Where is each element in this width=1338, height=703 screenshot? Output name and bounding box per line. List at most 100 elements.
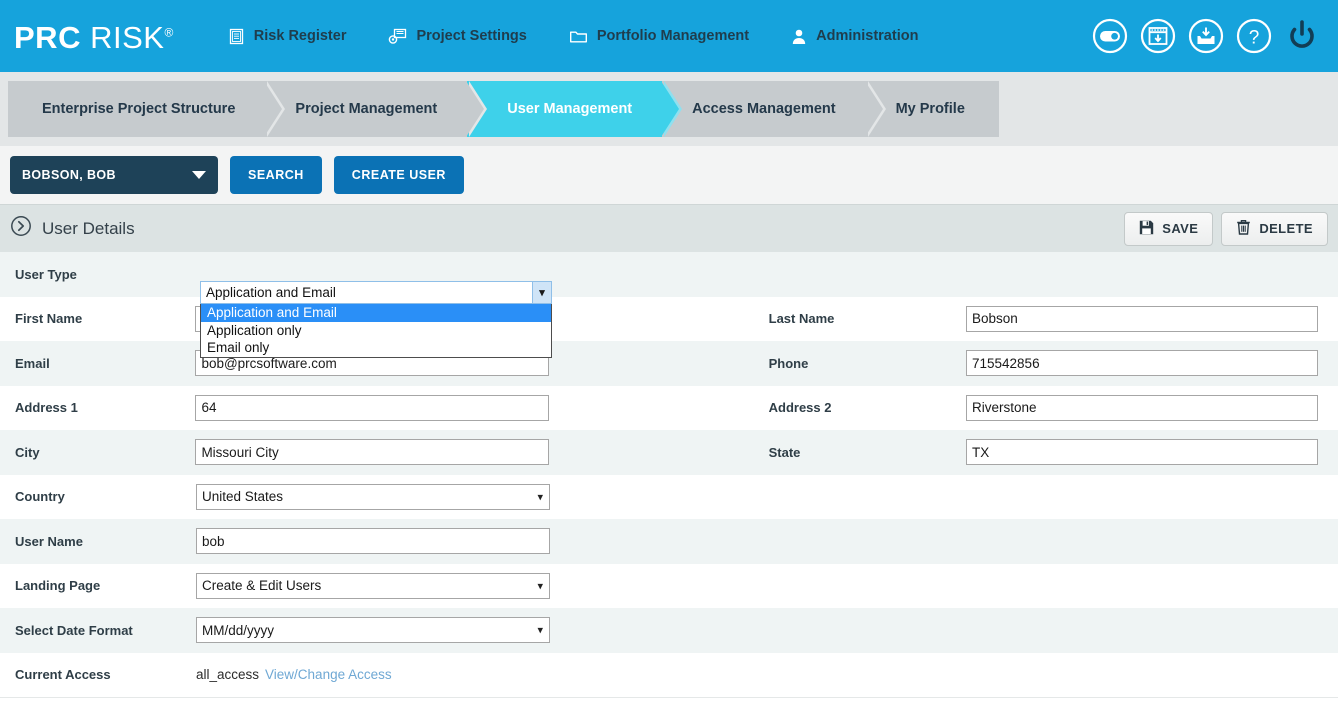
form-row-address: Address 1 Address 2: [0, 385, 1338, 430]
state-input[interactable]: [966, 439, 1318, 466]
phone-input[interactable]: [966, 350, 1318, 377]
bottom-divider: [0, 697, 1338, 698]
trash-icon: [1236, 219, 1251, 238]
tab-label: Project Management: [295, 101, 438, 117]
app-logo[interactable]: PRC RISK®: [14, 20, 174, 53]
label-cell: User Type: [0, 267, 196, 282]
user-type-label: User Type: [15, 266, 77, 282]
country-label: Country: [15, 489, 65, 505]
tab-enterprise-project-structure[interactable]: Enterprise Project Structure: [8, 81, 286, 137]
form-row-city-state: City State: [0, 430, 1338, 475]
nav-label: Risk Register: [253, 28, 347, 44]
field-cell: [196, 528, 771, 555]
chevron-down-icon: ▾: [537, 491, 543, 504]
header-icon-group: ?: [1090, 16, 1322, 56]
landing-page-label: Landing Page: [15, 578, 101, 594]
search-toolbar: BOBSON, BOB SEARCH CREATE USER: [0, 146, 1338, 204]
nav-administration[interactable]: Administration: [791, 28, 918, 45]
nav-risk-register[interactable]: Risk Register: [228, 28, 347, 45]
chevron-down-icon: ▾: [537, 624, 543, 637]
date-format-label: Select Date Format: [15, 622, 133, 638]
label-cell: Select Date Format: [0, 623, 196, 638]
expand-collapse-icon[interactable]: [10, 215, 32, 242]
user-select-dropdown[interactable]: BOBSON, BOB: [10, 156, 218, 194]
user-type-option-application-only[interactable]: Application only: [201, 322, 551, 340]
current-access-label: Current Access: [15, 667, 111, 683]
first-name-label: First Name: [15, 311, 83, 327]
search-button[interactable]: SEARCH: [230, 156, 322, 194]
view-change-access-link[interactable]: View/Change Access: [265, 667, 392, 682]
field-cell: [966, 439, 1338, 466]
field-cell: [195, 394, 768, 421]
field-cell: MM/dd/yyyy ▾: [196, 617, 771, 644]
city-label: City: [15, 444, 40, 460]
save-button[interactable]: SAVE: [1124, 211, 1214, 246]
date-format-value: MM/dd/yyyy: [202, 622, 275, 638]
label-cell: Landing Page: [0, 578, 196, 593]
chevron-down-icon: ▾: [537, 580, 543, 593]
save-label: SAVE: [1162, 221, 1199, 236]
user-type-option-list: Application and Email Application only E…: [200, 304, 552, 358]
current-access-value: all_access: [196, 667, 260, 683]
form-row-date-format: Select Date Format MM/dd/yyyy ▾: [0, 608, 1338, 653]
last-name-input[interactable]: [966, 305, 1318, 332]
toggle-icon[interactable]: [1090, 16, 1130, 56]
nav-project-settings[interactable]: Project Settings: [388, 28, 527, 45]
save-icon: [1139, 220, 1154, 238]
logo-registered: ®: [164, 25, 174, 40]
country-select[interactable]: United States ▾: [196, 483, 550, 510]
list-document-icon: [228, 28, 245, 45]
nav-label: Portfolio Management: [596, 28, 750, 44]
user-details-panel-header: User Details SAVE DELETE: [0, 204, 1338, 252]
tab-label: User Management: [507, 101, 633, 117]
delete-button[interactable]: DELETE: [1221, 211, 1328, 246]
create-user-button[interactable]: CREATE USER: [333, 156, 464, 194]
field-cell: [966, 305, 1338, 332]
user-type-select-open[interactable]: Application and Email ▾ Application and …: [200, 281, 552, 358]
breadcrumb-band: Enterprise Project Structure Project Man…: [0, 72, 1338, 146]
window-download-icon[interactable]: [1138, 16, 1178, 56]
delete-label: DELETE: [1259, 221, 1313, 236]
folder-icon: [569, 28, 588, 44]
label-cell: Address 2: [769, 400, 966, 415]
address2-input[interactable]: [966, 394, 1318, 421]
user-type-option-email-only[interactable]: Email only: [201, 339, 551, 357]
field-cell: United States ▾: [196, 483, 771, 510]
help-icon[interactable]: ?: [1234, 16, 1274, 56]
logo-prc: PRC: [14, 19, 81, 55]
form-row-country: Country United States ▾: [0, 474, 1338, 519]
landing-page-select[interactable]: Create & Edit Users ▾: [196, 572, 550, 599]
tab-access-management[interactable]: Access Management: [662, 81, 887, 137]
nav-portfolio-management[interactable]: Portfolio Management: [569, 28, 749, 44]
form-row-current-access: Current Access all_access View/Change Ac…: [0, 652, 1338, 697]
label-cell: Phone: [769, 356, 966, 371]
address1-input[interactable]: [195, 394, 550, 421]
landing-page-value: Create & Edit Users: [202, 578, 322, 594]
user-type-value: Application and Email: [206, 285, 336, 300]
address2-label: Address 2: [768, 400, 832, 416]
breadcrumb: Enterprise Project Structure Project Man…: [8, 81, 999, 137]
date-format-select[interactable]: MM/dd/yyyy ▾: [196, 617, 550, 644]
tab-project-management[interactable]: Project Management: [265, 81, 488, 137]
label-cell: State: [769, 445, 966, 460]
tab-label: My Profile: [895, 101, 965, 117]
label-cell: Country: [0, 489, 196, 504]
user-type-option-application-and-email[interactable]: Application and Email: [201, 304, 551, 322]
label-cell: First Name: [0, 311, 195, 326]
field-cell: all_access View/Change Access: [196, 667, 771, 682]
field-cell: Create & Edit Users ▾: [196, 572, 771, 599]
tab-label: Enterprise Project Structure: [42, 101, 236, 117]
label-cell: City: [0, 445, 195, 460]
chevron-down-icon[interactable]: ▾: [532, 282, 551, 303]
power-icon[interactable]: [1282, 16, 1322, 56]
last-name-label: Last Name: [768, 311, 835, 327]
label-cell: Email: [0, 356, 195, 371]
address1-label: Address 1: [15, 400, 78, 416]
city-input[interactable]: [195, 439, 550, 466]
tab-user-management[interactable]: User Management: [467, 81, 683, 137]
page-root: PRC RISK® Risk Register Project Settings…: [0, 0, 1338, 703]
user-type-select-closed-box[interactable]: Application and Email ▾: [200, 281, 552, 304]
user-name-input[interactable]: [196, 528, 550, 555]
inbox-download-icon[interactable]: [1186, 16, 1226, 56]
chevron-down-icon: [192, 171, 206, 179]
